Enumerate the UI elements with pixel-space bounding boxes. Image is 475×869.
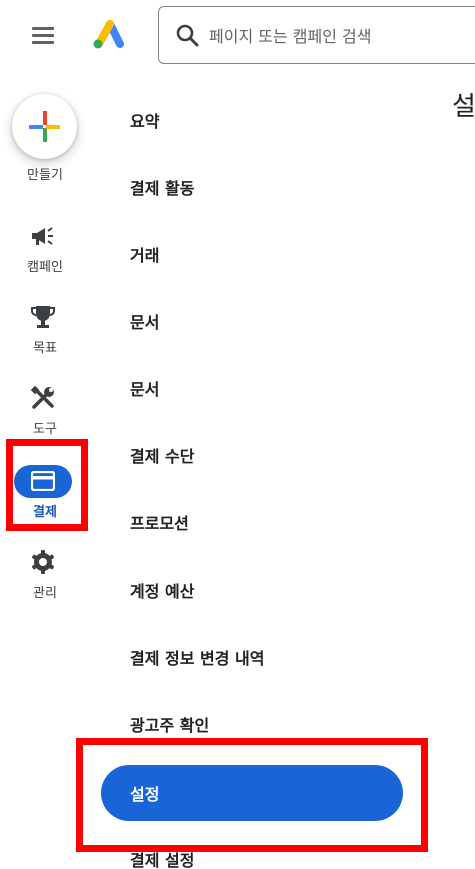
rail-item-campaigns[interactable]: 캠페인 (0, 222, 90, 292)
trophy-icon (31, 306, 55, 328)
plus-icon (29, 111, 60, 142)
subnav-label: 광고주 확인 (130, 716, 210, 735)
rail-item-billing-active-indicator[interactable] (14, 465, 72, 498)
subnav-item-transactions[interactable]: 거래 (100, 226, 420, 282)
rail-label-tools: 도구 (33, 422, 57, 437)
search-input[interactable] (209, 21, 469, 51)
rail-item-admin[interactable]: 관리 (0, 548, 90, 618)
tools-icon (30, 385, 54, 409)
top-bar (0, 0, 475, 72)
subnav-item-documents[interactable]: 문서 (100, 293, 420, 349)
subnav-label: 결제 수단 (130, 447, 195, 466)
subnav-item-account-budget[interactable]: 계정 예산 (100, 562, 420, 618)
subnav-item-advertiser-verification[interactable]: 광고주 확인 (100, 696, 420, 752)
subnav-label: 결제 활동 (130, 179, 195, 198)
subnav-item-documents-2[interactable]: 문서 (100, 360, 420, 416)
subnav-label: 결제 정보 변경 내역 (130, 649, 265, 668)
page-title: 설 (452, 92, 475, 122)
subnav-item-promotions[interactable]: 프로모션 (100, 494, 420, 550)
rail-item-tools[interactable]: 도구 (0, 384, 90, 454)
create-button[interactable] (12, 94, 77, 159)
create-label: 만들기 (27, 168, 63, 183)
rail-item-goals[interactable]: 목표 (0, 303, 90, 373)
subnav-label: 요약 (130, 112, 160, 131)
rail-label-campaigns: 캠페인 (27, 260, 63, 275)
google-ads-logo[interactable] (90, 20, 124, 50)
gear-icon (31, 550, 55, 574)
subnav-item-summary[interactable]: 요약 (100, 92, 420, 148)
subnav-item-billing-change-history[interactable]: 결제 정보 변경 내역 (100, 629, 420, 685)
subnav-item-payment-methods[interactable]: 결제 수단 (100, 427, 420, 483)
hamburger-menu-icon[interactable] (30, 24, 56, 46)
subnav-item-billing-activity[interactable]: 결제 활동 (100, 159, 420, 215)
rail-label-billing[interactable]: 결제 (0, 501, 90, 520)
subnav-item-billing-settings[interactable]: 결제 설정 (100, 831, 420, 869)
subnav-item-settings[interactable]: 설정 (101, 765, 403, 821)
rail-label-goals: 목표 (33, 341, 57, 356)
credit-card-icon (31, 471, 55, 491)
subnav-label: 설정 (130, 785, 160, 804)
subnav-label: 문서 (130, 313, 160, 332)
search-icon (176, 24, 199, 47)
subnav-label: 계정 예산 (130, 582, 195, 601)
navigation-rail: 만들기 캠페인 목표 도구 결제 관리 (0, 80, 90, 869)
subnav-label: 거래 (130, 246, 160, 265)
subnav-label: 결제 설정 (130, 851, 195, 869)
rail-label-admin: 관리 (33, 586, 57, 601)
search-box[interactable] (158, 6, 475, 64)
subnav-label: 프로모션 (130, 514, 189, 533)
megaphone-icon (32, 227, 53, 245)
subnav-label: 문서 (130, 380, 160, 399)
